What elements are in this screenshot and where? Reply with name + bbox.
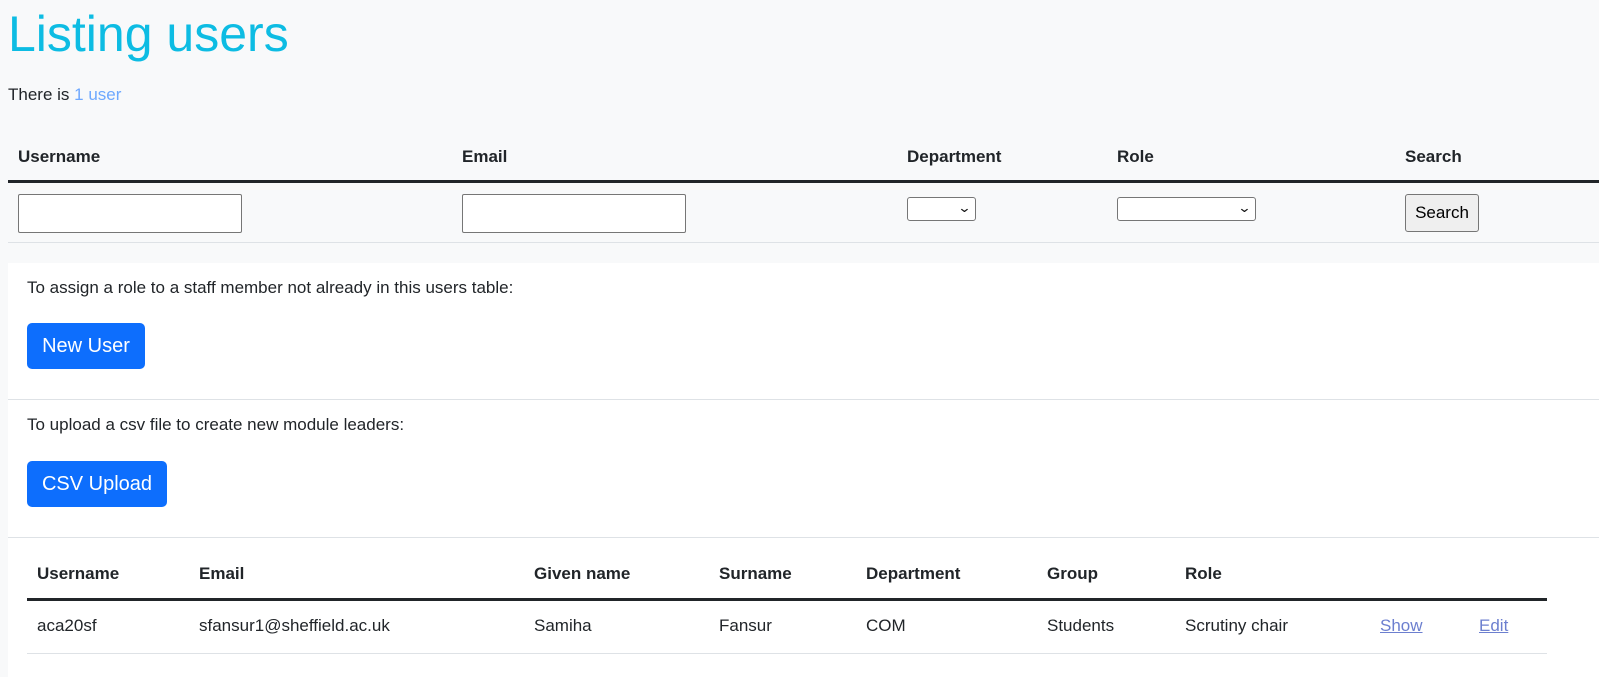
column-header-username: Username bbox=[37, 564, 120, 583]
column-header-role: Role bbox=[1185, 564, 1222, 583]
cell-given-name: Samiha bbox=[534, 616, 592, 635]
new-user-button[interactable]: New User bbox=[27, 323, 145, 369]
filter-header-username: Username bbox=[18, 147, 101, 166]
edit-link[interactable]: Edit bbox=[1479, 616, 1508, 636]
new-user-instructions: To assign a role to a staff member not a… bbox=[27, 278, 514, 297]
filter-header-row: Username Email Department Role Search bbox=[8, 136, 1599, 183]
user-count-prefix: There is bbox=[8, 85, 70, 104]
cell-department: COM bbox=[866, 616, 906, 635]
chevron-down-icon: ⌄ bbox=[957, 201, 972, 216]
column-header-group: Group bbox=[1047, 564, 1098, 583]
user-count-link[interactable]: 1 user bbox=[74, 85, 121, 104]
role-select[interactable]: ⌄ bbox=[1117, 197, 1256, 221]
cell-surname: Fansur bbox=[719, 616, 772, 635]
csv-upload-button[interactable]: CSV Upload bbox=[27, 461, 167, 507]
cell-username: aca20sf bbox=[37, 616, 97, 635]
column-header-department: Department bbox=[866, 564, 961, 583]
user-count: There is 1 user bbox=[8, 85, 121, 105]
show-link[interactable]: Show bbox=[1380, 616, 1423, 636]
csv-upload-instructions: To upload a csv file to create new modul… bbox=[27, 415, 405, 434]
cell-role: Scrutiny chair bbox=[1185, 616, 1288, 635]
cell-group: Students bbox=[1047, 616, 1115, 635]
username-filter-input[interactable] bbox=[18, 194, 242, 233]
filter-table: Username Email Department Role Search ⌄ … bbox=[8, 136, 1599, 243]
column-header-surname: Surname bbox=[719, 564, 792, 583]
section-divider bbox=[8, 537, 1599, 538]
filter-header-email: Email bbox=[462, 147, 508, 166]
table-row: aca20sf sfansur1@sheffield.ac.uk Samiha … bbox=[27, 601, 1547, 654]
page-title: Listing users bbox=[8, 6, 289, 62]
column-header-given-name: Given name bbox=[534, 564, 631, 583]
column-header-email: Email bbox=[199, 564, 245, 583]
filter-header-department: Department bbox=[907, 147, 1002, 166]
search-button[interactable]: Search bbox=[1405, 194, 1479, 232]
filter-header-search: Search bbox=[1405, 147, 1462, 166]
users-table-header: Username Email Given name Surname Depart… bbox=[27, 553, 1547, 601]
email-filter-input[interactable] bbox=[462, 194, 686, 233]
section-divider bbox=[8, 399, 1599, 400]
filter-input-row: ⌄ ⌄ Search bbox=[8, 183, 1599, 243]
department-select[interactable]: ⌄ bbox=[907, 197, 976, 221]
content-panel: To assign a role to a staff member not a… bbox=[8, 263, 1599, 677]
cell-email: sfansur1@sheffield.ac.uk bbox=[199, 616, 390, 635]
filter-header-role: Role bbox=[1117, 147, 1154, 166]
users-table: Username Email Given name Surname Depart… bbox=[27, 553, 1547, 654]
chevron-down-icon: ⌄ bbox=[1237, 201, 1252, 216]
